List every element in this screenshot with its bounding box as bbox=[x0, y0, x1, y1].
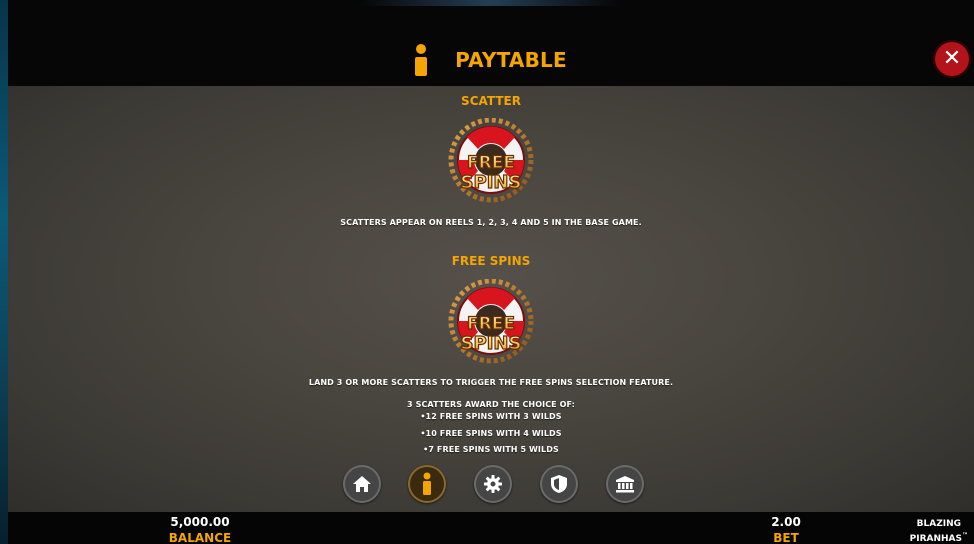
page-title: PAYTABLE bbox=[455, 48, 567, 72]
shield-icon bbox=[551, 475, 567, 493]
paytable-screen: PAYTABLE ✕ SCATTER FREE SPINS SCATTERS A… bbox=[0, 0, 974, 544]
bank-button[interactable] bbox=[606, 465, 644, 503]
scatter-symbol: FREE SPINS bbox=[448, 118, 534, 203]
free-spins-symbol: FREE SPINS bbox=[448, 279, 534, 364]
header-glow bbox=[360, 0, 620, 6]
free-spins-symbol-line2: SPINS bbox=[461, 333, 522, 354]
free-spins-choice-heading: 3 SCATTERS AWARD THE CHOICE OF: bbox=[407, 400, 575, 409]
paytable-content[interactable]: SCATTER FREE SPINS SCATTERS APPEAR ON RE… bbox=[8, 86, 974, 512]
info-icon bbox=[415, 44, 428, 76]
free-spins-symbol-line1: FREE bbox=[467, 314, 515, 334]
scatter-symbol-line2: SPINS bbox=[461, 172, 522, 193]
header-title-group: PAYTABLE bbox=[8, 38, 974, 82]
brand-line1: BLAZING bbox=[916, 519, 961, 529]
gear-icon bbox=[484, 475, 502, 493]
bet-value: 2.00 bbox=[771, 515, 801, 529]
brand-line2: PIRANHAS bbox=[909, 534, 962, 544]
scatter-description: SCATTERS APPEAR ON REELS 1, 2, 3, 4 AND … bbox=[340, 218, 642, 227]
balance-value: 5,000.00 bbox=[170, 515, 230, 529]
info-button[interactable] bbox=[408, 465, 446, 503]
bet-label: BET bbox=[773, 531, 799, 544]
settings-button[interactable] bbox=[474, 465, 512, 503]
game-logo: BLAZING PIRANHAS™ bbox=[910, 519, 968, 544]
close-button[interactable]: ✕ bbox=[933, 40, 971, 78]
section-title-scatter: SCATTER bbox=[461, 94, 521, 108]
free-spins-option-2: •10 FREE SPINS WITH 4 WILDS bbox=[420, 429, 562, 438]
free-spins-option-3: •7 FREE SPINS WITH 5 WILDS bbox=[423, 445, 559, 454]
bank-icon bbox=[616, 476, 634, 493]
home-button[interactable] bbox=[343, 465, 381, 503]
home-icon bbox=[353, 476, 371, 492]
free-spins-option-1: •12 FREE SPINS WITH 3 WILDS bbox=[420, 412, 562, 421]
section-title-free-spins: FREE SPINS bbox=[451, 254, 531, 268]
info-icon bbox=[423, 472, 431, 495]
balance-label: BALANCE bbox=[168, 531, 232, 544]
game-background-edge bbox=[0, 0, 8, 544]
trademark-mark: ™ bbox=[962, 532, 968, 539]
free-spins-trigger-text: LAND 3 OR MORE SCATTERS TO TRIGGER THE F… bbox=[308, 378, 674, 387]
close-icon: ✕ bbox=[942, 46, 962, 71]
responsible-gaming-button[interactable] bbox=[540, 465, 578, 503]
scatter-symbol-line1: FREE bbox=[467, 153, 515, 173]
